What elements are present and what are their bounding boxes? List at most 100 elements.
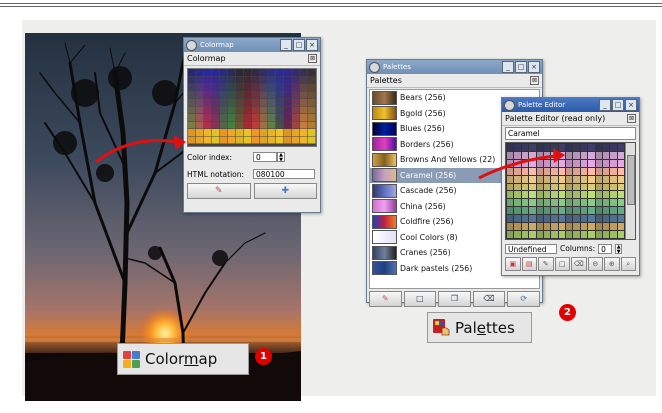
palette-color-cell[interactable] [566,207,573,215]
palette-color-cell[interactable] [558,223,565,231]
colormap-cell[interactable] [252,129,260,136]
palette-color-cell[interactable] [573,223,580,231]
palette-color-cell[interactable] [543,191,551,199]
palette-color-cell[interactable] [595,207,602,215]
palette-color-cell[interactable] [536,207,543,215]
colormap-cell[interactable] [236,129,244,136]
colormap-cell[interactable] [228,84,236,91]
palette-color-cell[interactable] [543,223,551,231]
colormap-cell[interactable] [196,114,204,121]
colormap-cell[interactable] [252,121,260,129]
palette-color-cell[interactable] [617,167,624,175]
colormap-cell[interactable] [212,69,220,76]
palettes-titlebar[interactable]: Palettes _ □ × [367,60,542,74]
colormap-cell[interactable] [252,99,260,106]
colormap-cell[interactable] [268,114,276,121]
tab-close-icon[interactable]: ⊠ [530,76,539,85]
colormap-cell[interactable] [212,76,220,84]
colormap-cell[interactable] [268,84,276,91]
palette-editor-grid[interactable] [505,142,636,240]
colormap-cell[interactable] [284,99,292,106]
palette-color-cell[interactable] [595,223,602,231]
colormap-cell[interactable] [228,121,236,129]
palette-color-cell[interactable] [573,144,580,151]
colormap-cell[interactable] [308,114,316,121]
palette-color-cell[interactable] [514,199,521,207]
palette-color-cell[interactable] [588,175,595,183]
palette-color-cell[interactable] [566,191,573,199]
palette-color-cell[interactable] [529,151,536,159]
palette-color-cell[interactable] [551,159,558,167]
colormap-cell[interactable] [228,91,236,99]
palette-color-cell[interactable] [580,191,588,199]
colormap-cell[interactable] [236,84,244,91]
colormap-cell[interactable] [260,106,268,114]
colormap-cell[interactable] [292,129,300,136]
palette-color-cell[interactable] [507,167,514,175]
colormap-cell[interactable] [268,99,276,106]
palette-color-cell[interactable] [580,215,588,223]
new-entry-icon[interactable]: □ [554,257,570,271]
colormap-cell[interactable] [268,106,276,114]
palette-color-cell[interactable] [551,199,558,207]
tab-close-icon[interactable]: ⊠ [627,114,636,123]
colormap-cell[interactable] [204,91,212,99]
palette-color-cell[interactable] [551,175,558,183]
colormap-cell[interactable] [252,136,260,144]
colormap-cell[interactable] [308,99,316,106]
colormap-cell[interactable] [268,91,276,99]
palette-color-cell[interactable] [588,207,595,215]
maximize-icon[interactable]: □ [293,39,305,51]
palette-color-cell[interactable] [543,207,551,215]
palette-color-cell[interactable] [588,199,595,207]
palette-color-cell[interactable] [543,215,551,223]
palette-name-field[interactable]: Caramel [505,127,636,140]
columns-stepper[interactable]: ▲ ▼ [615,243,623,254]
colormap-cell[interactable] [220,121,228,129]
colormap-cell[interactable] [220,99,228,106]
palette-color-cell[interactable] [580,207,588,215]
palette-color-cell[interactable] [580,231,588,238]
palette-color-cell[interactable] [551,183,558,191]
colormap-cell[interactable] [284,84,292,91]
palette-color-cell[interactable] [602,215,610,223]
colormap-cell[interactable] [204,99,212,106]
colormap-cell[interactable] [188,76,196,84]
palette-color-cell[interactable] [514,231,521,238]
palette-color-cell[interactable] [529,223,536,231]
palette-color-cell[interactable] [595,151,602,159]
color-index-stepper[interactable]: ▲ ▼ [277,152,285,163]
palette-color-cell[interactable] [543,159,551,167]
colormap-cell[interactable] [268,129,276,136]
palette-color-cell[interactable] [543,151,551,159]
palette-color-cell[interactable] [595,231,602,238]
palette-color-cell[interactable] [507,183,514,191]
colormap-cell[interactable] [228,76,236,84]
colormap-cell[interactable] [276,129,284,136]
close-icon[interactable]: × [625,99,637,111]
colormap-cell[interactable] [204,76,212,84]
palette-color-cell[interactable] [543,231,551,238]
colormap-cell[interactable] [260,76,268,84]
palette-color-cell[interactable] [521,199,529,207]
colormap-cell[interactable] [300,99,308,106]
colormap-cell[interactable] [204,136,212,144]
palette-color-cell[interactable] [602,191,610,199]
colormap-cell[interactable] [284,76,292,84]
palette-color-cell[interactable] [588,231,595,238]
palette-color-cell[interactable] [617,215,624,223]
palette-color-cell[interactable] [610,167,617,175]
colormap-cell[interactable] [276,99,284,106]
palette-color-cell[interactable] [602,167,610,175]
colormap-cell[interactable] [300,91,308,99]
palette-color-cell[interactable] [595,191,602,199]
palette-color-cell[interactable] [595,199,602,207]
colormap-cell[interactable] [284,106,292,114]
palette-color-cell[interactable] [610,175,617,183]
palette-color-cell[interactable] [580,183,588,191]
colormap-cell[interactable] [188,69,196,76]
colormap-cell[interactable] [244,136,252,144]
colormap-cell[interactable] [212,121,220,129]
palette-editor-titlebar[interactable]: Palette Editor _ □ × [502,98,639,112]
colormap-cell[interactable] [308,136,316,144]
